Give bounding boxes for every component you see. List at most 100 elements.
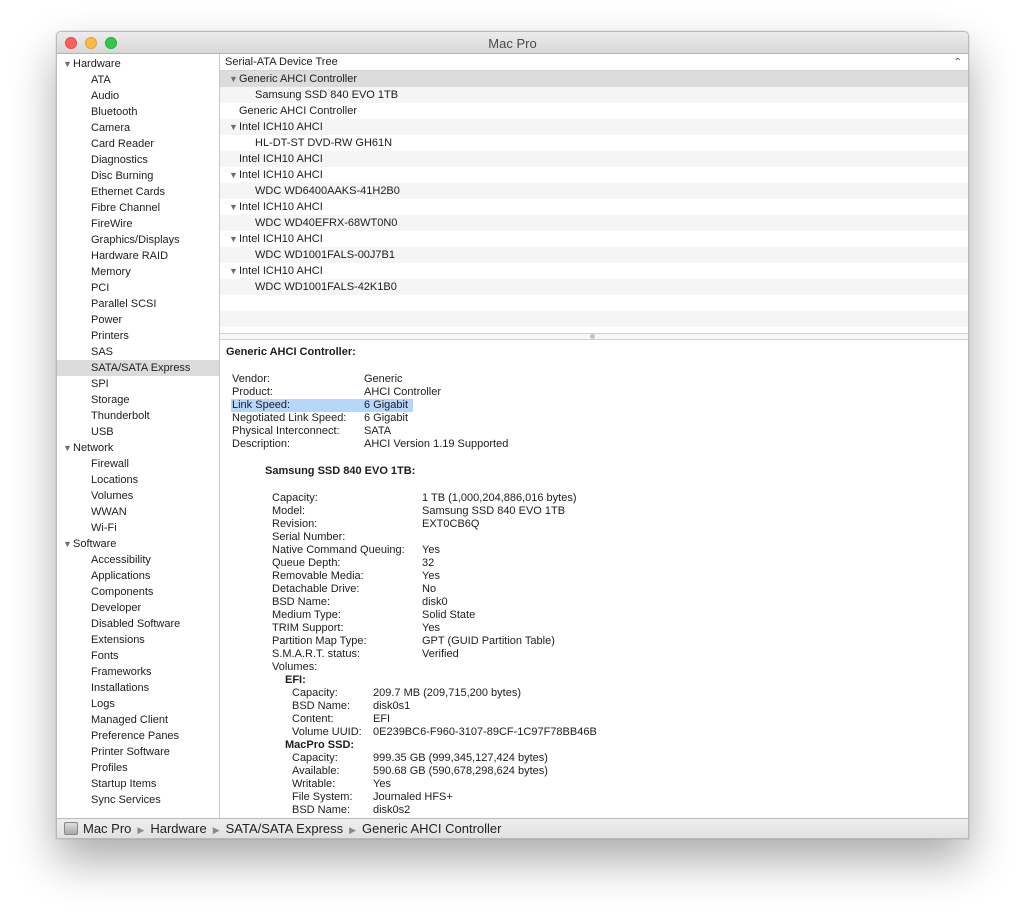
sidebar-item-sata-sata-express[interactable]: SATA/SATA Express	[57, 360, 219, 376]
tree-row[interactable]: Generic AHCI Controller	[220, 103, 968, 119]
volume-name: EFI:	[285, 674, 306, 686]
tree-row-label: WDC WD1001FALS-00J7B1	[255, 249, 395, 261]
sidebar-item-graphics-displays[interactable]: Graphics/Displays	[57, 232, 219, 248]
sidebar-item-diagnostics[interactable]: Diagnostics	[57, 152, 219, 168]
tree-row[interactable]: Samsung SSD 840 EVO 1TB	[220, 87, 968, 103]
sidebar-item-label: Locations	[91, 474, 139, 486]
tree-row[interactable]: ▼ Generic AHCI Controller	[220, 71, 968, 87]
sidebar-item-audio[interactable]: Audio	[57, 88, 219, 104]
sidebar-item-wwan[interactable]: WWAN	[57, 504, 219, 520]
sidebar-item-fibre-channel[interactable]: Fibre Channel	[57, 200, 219, 216]
property-key: BSD Name:	[292, 804, 351, 816]
column-header[interactable]: Serial-ATA Device Tree ⌃	[220, 54, 968, 71]
column-header-label: Serial-ATA Device Tree	[225, 56, 338, 68]
sidebar-item-extensions[interactable]: Extensions	[57, 632, 219, 648]
property-key: Negotiated Link Speed:	[232, 412, 347, 424]
sidebar-item-installations[interactable]: Installations	[57, 680, 219, 696]
sidebar-item-label: Applications	[91, 570, 151, 582]
disclosure-triangle-icon[interactable]: ▼	[229, 199, 239, 215]
sidebar-category-hardware[interactable]: ▼Hardware	[57, 56, 219, 72]
breadcrumb-item-generic-ahci-controller[interactable]: Generic AHCI Controller	[362, 821, 501, 836]
sidebar-item-disc-burning[interactable]: Disc Burning	[57, 168, 219, 184]
sidebar-item-label: Bluetooth	[91, 106, 138, 118]
sort-chevron-up-icon[interactable]: ⌃	[954, 54, 962, 71]
sidebar-item-frameworks[interactable]: Frameworks	[57, 664, 219, 680]
tree-row-label: Intel ICH10 AHCI	[239, 153, 323, 165]
sidebar-item-preference-panes[interactable]: Preference Panes	[57, 728, 219, 744]
sidebar-item-usb[interactable]: USB	[57, 424, 219, 440]
sidebar-item-wi-fi[interactable]: Wi-Fi	[57, 520, 219, 536]
sidebar-item-startup-items[interactable]: Startup Items	[57, 776, 219, 792]
disclosure-triangle-icon[interactable]: ▼	[63, 536, 73, 552]
sidebar-item-printers[interactable]: Printers	[57, 328, 219, 344]
sidebar-item-fonts[interactable]: Fonts	[57, 648, 219, 664]
sidebar-item-firewire[interactable]: FireWire	[57, 216, 219, 232]
sidebar[interactable]: ▼Hardware ATA Audio Bluetooth Camera Card Rea…	[57, 54, 220, 818]
sidebar-item-bluetooth[interactable]: Bluetooth	[57, 104, 219, 120]
disclosure-triangle-icon[interactable]: ▼	[63, 56, 73, 72]
property-value: disk0	[422, 596, 448, 608]
splitter-handle-icon[interactable]	[590, 334, 595, 339]
title-bar[interactable]: Mac Pro	[57, 32, 968, 54]
sidebar-item-hardware-raid[interactable]: Hardware RAID	[57, 248, 219, 264]
sidebar-item-sas[interactable]: SAS	[57, 344, 219, 360]
sidebar-item-storage[interactable]: Storage	[57, 392, 219, 408]
disclosure-triangle-icon[interactable]: ▼	[229, 119, 239, 135]
sidebar-item-volumes[interactable]: Volumes	[57, 488, 219, 504]
device-tree[interactable]: ▼ Generic AHCI Controller Samsung SSD 840 …	[220, 71, 968, 333]
sidebar-item-card-reader[interactable]: Card Reader	[57, 136, 219, 152]
sidebar-item-pci[interactable]: PCI	[57, 280, 219, 296]
sidebar-item-locations[interactable]: Locations	[57, 472, 219, 488]
sidebar-item-memory[interactable]: Memory	[57, 264, 219, 280]
disclosure-triangle-icon[interactable]: ▼	[229, 263, 239, 279]
sidebar-item-sync-services[interactable]: Sync Services	[57, 792, 219, 808]
sidebar-item-disabled-software[interactable]: Disabled Software	[57, 616, 219, 632]
tree-row[interactable]: WDC WD40EFRX-68WT0N0	[220, 215, 968, 231]
sidebar-category-label: Hardware	[73, 58, 121, 70]
breadcrumb-item-mac-pro[interactable]: Mac Pro	[83, 821, 131, 836]
breadcrumb-item-hardware[interactable]: Hardware	[150, 821, 206, 836]
sidebar-item-applications[interactable]: Applications	[57, 568, 219, 584]
breadcrumb-item-sata-sata-express[interactable]: SATA/SATA Express	[226, 821, 344, 836]
tree-row[interactable]: Intel ICH10 AHCI	[220, 151, 968, 167]
sidebar-item-developer[interactable]: Developer	[57, 600, 219, 616]
sidebar-category-software[interactable]: ▼Software	[57, 536, 219, 552]
sidebar-item-spi[interactable]: SPI	[57, 376, 219, 392]
property-key: Detachable Drive:	[272, 583, 360, 595]
sidebar-item-camera[interactable]: Camera	[57, 120, 219, 136]
sidebar-item-thunderbolt[interactable]: Thunderbolt	[57, 408, 219, 424]
sidebar-item-profiles[interactable]: Profiles	[57, 760, 219, 776]
property-value: AHCI Controller	[364, 386, 442, 398]
sidebar-item-parallel-scsi[interactable]: Parallel SCSI	[57, 296, 219, 312]
sidebar-item-ata[interactable]: ATA	[57, 72, 219, 88]
sidebar-item-ethernet-cards[interactable]: Ethernet Cards	[57, 184, 219, 200]
tree-row[interactable]: ▼ Intel ICH10 AHCI	[220, 167, 968, 183]
property-value: 0E239BC6-F960-3107-89CF-1C97F78BB46B	[373, 726, 597, 738]
sidebar-item-label: Volumes	[91, 490, 134, 502]
tree-row[interactable]: ▼ Intel ICH10 AHCI	[220, 263, 968, 279]
sidebar-item-components[interactable]: Components	[57, 584, 219, 600]
sidebar-category-network[interactable]: ▼Network	[57, 440, 219, 456]
property-key: Medium Type:	[272, 609, 341, 621]
sidebar-item-power[interactable]: Power	[57, 312, 219, 328]
disclosure-triangle-icon[interactable]: ▼	[229, 231, 239, 247]
tree-row[interactable]: ▼ Intel ICH10 AHCI	[220, 231, 968, 247]
tree-row[interactable]: WDC WD1001FALS-00J7B1	[220, 247, 968, 263]
tree-row[interactable]: HL-DT-ST DVD-RW GH61N	[220, 135, 968, 151]
disclosure-triangle-icon[interactable]: ▼	[229, 167, 239, 183]
property-key: Capacity:	[292, 752, 338, 764]
pane-splitter[interactable]	[220, 333, 968, 340]
disclosure-triangle-icon[interactable]: ▼	[229, 71, 239, 87]
sidebar-item-logs[interactable]: Logs	[57, 696, 219, 712]
tree-row[interactable]: WDC WD1001FALS-42K1B0	[220, 279, 968, 295]
tree-row[interactable]: ▼ Intel ICH10 AHCI	[220, 119, 968, 135]
tree-row[interactable]: ▼ Intel ICH10 AHCI	[220, 199, 968, 215]
path-bar: Mac Pro ▶ Hardware ▶ SATA/SATA Express ▶ Gener…	[57, 818, 968, 838]
sidebar-item-firewall[interactable]: Firewall	[57, 456, 219, 472]
sidebar-item-managed-client[interactable]: Managed Client	[57, 712, 219, 728]
property-key: BSD Name:	[272, 596, 331, 608]
sidebar-item-printer-software[interactable]: Printer Software	[57, 744, 219, 760]
tree-row[interactable]: WDC WD6400AAKS-41H2B0	[220, 183, 968, 199]
sidebar-item-accessibility[interactable]: Accessibility	[57, 552, 219, 568]
disclosure-triangle-icon[interactable]: ▼	[63, 440, 73, 456]
